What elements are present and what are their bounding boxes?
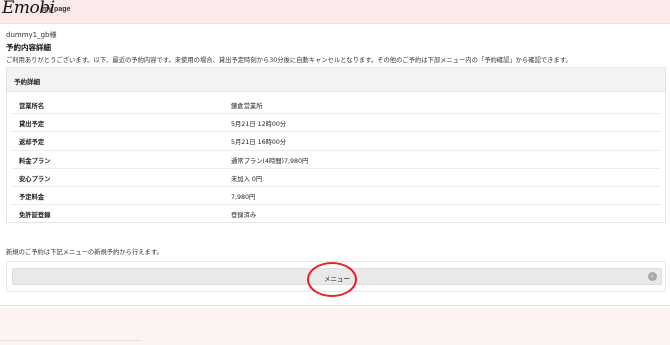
detail-value: 7,980円 bbox=[231, 193, 256, 201]
detail-table: 営業所名 鎌倉営業所 貸出予定 5月21日 12時00分 返却予定 5月21日 … bbox=[11, 96, 661, 223]
detail-value: 鎌倉営業所 bbox=[231, 103, 263, 110]
detail-label: 返却予定 bbox=[19, 139, 45, 147]
detail-row-pickup: 貸出予定 5月21日 12時00分 bbox=[11, 114, 661, 133]
detail-row-office: 営業所名 鎌倉営業所 bbox=[11, 96, 661, 115]
reservation-detail-card: 予約詳細 営業所名 鎌倉営業所 貸出予定 5月21日 12時00分 返却予定 5… bbox=[6, 67, 666, 223]
user-name: dummy1_gb様 bbox=[6, 31, 57, 39]
top-header: Emobi my page bbox=[0, 0, 670, 24]
logo-subtitle: my page bbox=[42, 6, 71, 13]
detail-row-license: 免許証登録 登録済み bbox=[11, 205, 661, 223]
new-booking-note: 新規のご予約は下記メニューの新規予約から行えます。 bbox=[6, 249, 163, 256]
chevron-right-icon: › bbox=[648, 272, 657, 281]
detail-label: 予定料金 bbox=[19, 193, 45, 201]
detail-value: 5月21日 16時00分 bbox=[231, 139, 287, 147]
highlight-circle-annotation bbox=[307, 262, 357, 297]
detail-value: 未加入 0円 bbox=[231, 175, 263, 183]
card-header: 予約詳細 bbox=[7, 68, 665, 92]
info-message: ご利用ありがとうございます。以下、最近の予約内容です。未使用の場合、貸出予定時刻… bbox=[6, 57, 572, 64]
footer-divider bbox=[0, 305, 670, 306]
detail-row-plan: 料金プラン 通常プラン(4時間)7,980円 bbox=[11, 151, 661, 169]
detail-row-price: 予定料金 7,980円 bbox=[11, 187, 661, 206]
page-title: 予約内容詳細 bbox=[6, 43, 51, 52]
detail-value: 通常プラン(4時間)7,980円 bbox=[231, 157, 309, 165]
detail-row-return: 返却予定 5月21日 16時00分 bbox=[11, 132, 661, 151]
detail-label: 免許証登録 bbox=[19, 212, 51, 220]
footer-divider-short bbox=[0, 340, 140, 341]
detail-value: 登録済み bbox=[231, 212, 257, 220]
detail-label: 貸出予定 bbox=[19, 121, 45, 129]
detail-label: 営業所名 bbox=[19, 103, 45, 110]
detail-label: 安心プラン bbox=[19, 175, 51, 183]
card-header-label: 予約詳細 bbox=[14, 78, 40, 86]
detail-row-insurance: 安心プラン 未加入 0円 bbox=[11, 169, 661, 187]
detail-value: 5月21日 12時00分 bbox=[231, 121, 287, 129]
detail-label: 料金プラン bbox=[19, 157, 51, 165]
